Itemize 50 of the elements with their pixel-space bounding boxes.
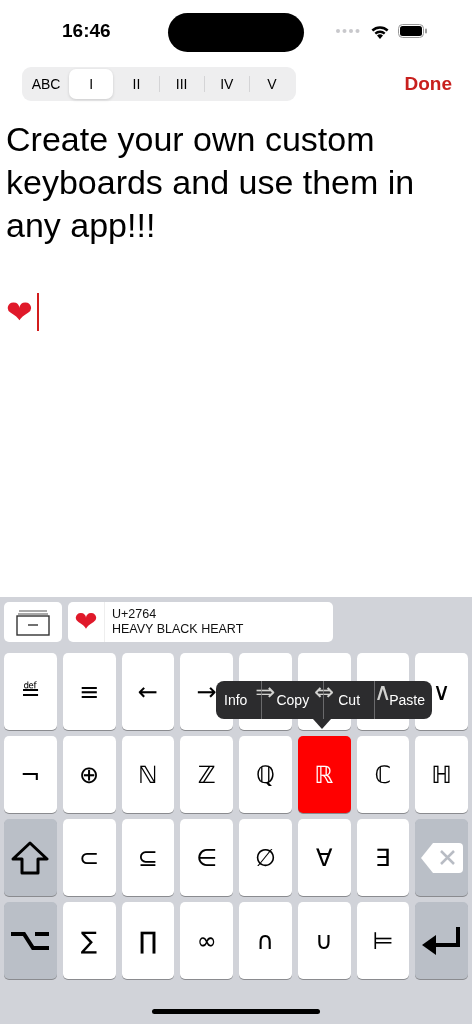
symbol-key[interactable]: ℂ <box>356 736 410 813</box>
symbol-key[interactable]: ∩ <box>239 902 292 979</box>
symbol-key[interactable]: ∪ <box>297 902 351 979</box>
character-name: HEAVY BLACK HEART <box>112 622 244 637</box>
symbol-key[interactable]: ∈ <box>180 819 233 896</box>
symbol-key[interactable]: ⊂ <box>62 819 116 896</box>
status-time: 16:46 <box>62 20 112 42</box>
signal-icon <box>336 29 360 33</box>
symbol-key[interactable]: ≡ <box>62 653 116 730</box>
symbol-key[interactable]: ¬ <box>4 736 57 813</box>
tray-icon <box>16 608 50 636</box>
segment-tab[interactable]: ABC <box>24 69 69 99</box>
symbol-key[interactable]: ← <box>121 653 175 730</box>
done-button[interactable]: Done <box>404 73 452 95</box>
segment-tab[interactable]: II <box>114 69 159 99</box>
typed-heart: ❤ <box>6 295 33 328</box>
symbol-key[interactable]: ⊆ <box>121 819 175 896</box>
return-icon <box>421 926 462 955</box>
symbol-key[interactable]: ∏ <box>121 902 175 979</box>
character-info-card[interactable]: ❤ U+2764 HEAVY BLACK HEART <box>68 602 333 642</box>
symbol-key[interactable]: ℕ <box>121 736 175 813</box>
editor-text: Create your own custom keyboards and use them in any app!!! <box>6 119 416 246</box>
keyboard-switch-button[interactable] <box>4 602 62 642</box>
heart-glyph: ❤ <box>68 602 105 642</box>
segment-tab[interactable]: IV <box>204 69 249 99</box>
option-key[interactable] <box>4 902 57 979</box>
text-cursor <box>36 292 39 331</box>
option-icon <box>11 929 50 952</box>
symbol-key[interactable]: ℚ <box>239 736 292 813</box>
return-key[interactable] <box>415 902 468 979</box>
symbol-key[interactable]: ℍ <box>415 736 468 813</box>
delete-icon <box>420 841 463 874</box>
segment-tab[interactable]: V <box>249 69 295 99</box>
symbol-key[interactable]: ∃ <box>356 819 410 896</box>
symbol-key[interactable]: ∞ <box>180 902 233 979</box>
battery-icon <box>398 24 428 38</box>
symbol-key[interactable]: ∀ <box>297 819 351 896</box>
symbol-key[interactable]: ∑ <box>62 902 116 979</box>
symbol-key[interactable]: ℝ <box>297 736 351 813</box>
wifi-icon <box>370 23 390 39</box>
code-point: U+2764 <box>112 607 158 622</box>
segment-tab[interactable]: III <box>159 69 204 99</box>
symbol-key[interactable]: ⊕ <box>62 736 116 813</box>
symbol-key[interactable]: ℤ <box>180 736 233 813</box>
symbol-key[interactable]: ≝ <box>4 653 57 730</box>
segment-tab[interactable]: I <box>69 69 114 99</box>
symbol-key[interactable]: ⊨ <box>356 902 410 979</box>
shift-icon <box>11 840 50 875</box>
shift-key[interactable] <box>4 819 57 896</box>
symbol-key[interactable]: ∅ <box>239 819 292 896</box>
